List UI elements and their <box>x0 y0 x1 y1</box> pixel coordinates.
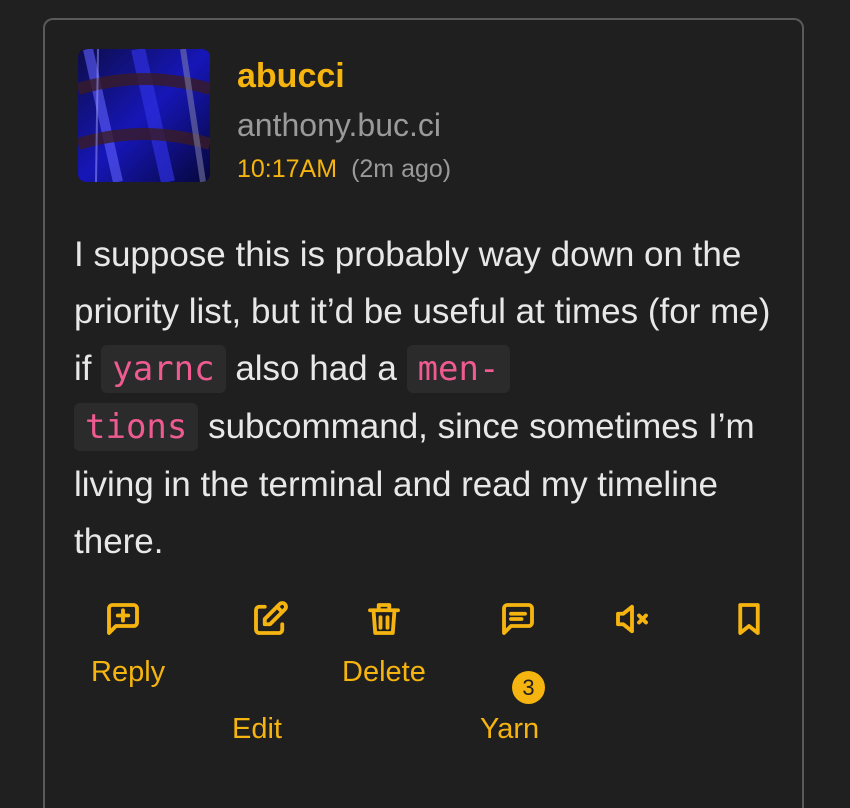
post-card: abucci anthony.buc.ci 10:17AM (2m ago) I … <box>43 18 804 808</box>
body-text: also had a <box>225 349 407 388</box>
edit-label: Edit <box>232 713 282 745</box>
trash-icon <box>368 603 400 635</box>
inline-code-mentions: tions <box>74 403 199 451</box>
inline-code-mentions: men- <box>406 345 511 393</box>
edit-icon <box>254 601 288 635</box>
post-body: I suppose this is probably way down on t… <box>74 226 774 570</box>
avatar-image <box>78 49 210 182</box>
avatar[interactable] <box>78 49 210 182</box>
bookmark-icon <box>738 603 760 635</box>
author-name[interactable]: abucci <box>237 56 345 96</box>
message-plus-icon <box>107 603 139 635</box>
bookmark-button[interactable] <box>728 598 770 640</box>
yarn-label: Yarn <box>480 713 540 745</box>
yarn-button[interactable]: 3 Yarn <box>480 598 545 745</box>
mute-button[interactable] <box>611 598 653 640</box>
timestamp-row: 10:17AM (2m ago) <box>237 153 451 185</box>
delete-button[interactable]: Delete <box>342 598 426 688</box>
message-icon <box>502 603 534 635</box>
edit-button[interactable]: Edit <box>232 598 291 745</box>
reply-label: Reply <box>91 656 166 688</box>
relative-time: (2m ago) <box>351 155 452 183</box>
reply-button[interactable]: Reply <box>91 598 165 688</box>
author-host[interactable]: anthony.buc.ci <box>237 105 441 145</box>
volume-mute-icon <box>616 604 648 634</box>
inline-code-yarnc: yarnc <box>101 345 226 393</box>
delete-label: Delete <box>342 656 426 688</box>
post-time[interactable]: 10:17AM <box>237 155 337 183</box>
yarn-count-badge: 3 <box>512 671 545 704</box>
